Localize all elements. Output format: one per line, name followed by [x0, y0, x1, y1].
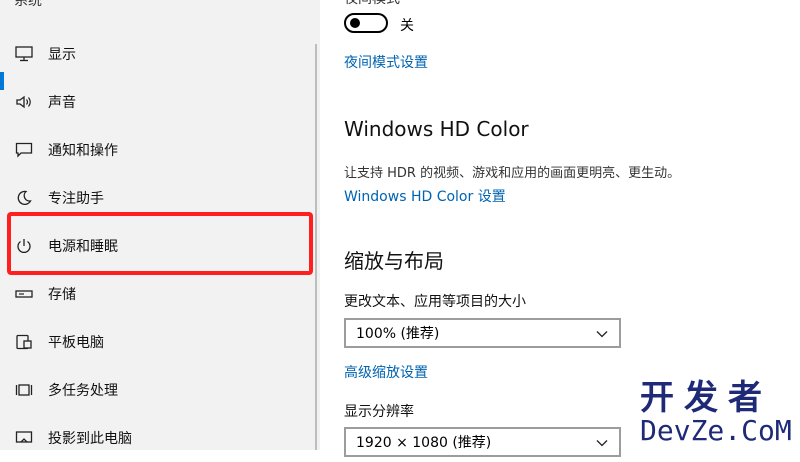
chevron-down-icon	[595, 435, 609, 454]
annotation-highlight-box	[7, 212, 313, 275]
scale-label: 更改文本、应用等项目的大小	[344, 294, 526, 310]
sidebar-item-display[interactable]: 显示	[0, 30, 318, 90]
tablet-icon	[14, 332, 34, 352]
hd-color-title: Windows HD Color	[344, 117, 529, 141]
resolution-label: 显示分辨率	[344, 404, 414, 420]
scale-dropdown-value: 100% (推荐)	[356, 326, 440, 342]
advanced-scaling-link[interactable]: 高级缩放设置	[344, 362, 428, 382]
scale-dropdown[interactable]: 100% (推荐)	[344, 318, 621, 348]
hd-color-description: 让支持 HDR 的视频、游戏和应用的画面更明亮、更生动。	[344, 166, 681, 181]
project-icon	[14, 428, 34, 448]
sidebar-item-label: 多任务处理	[48, 383, 118, 399]
sidebar-item-tablet[interactable]: 平板电脑	[0, 318, 318, 366]
settings-sidebar: 系统 显示 声音 通知和操作 专注助手 电源和睡眠 存储 平板电脑 多任务处理 …	[0, 0, 320, 450]
multitask-icon	[14, 380, 34, 400]
scale-layout-title: 缩放与布局	[344, 249, 444, 273]
sidebar-item-label: 通知和操作	[48, 143, 118, 159]
sidebar-header: 系统	[14, 0, 42, 9]
monitor-icon	[14, 44, 34, 64]
sidebar-item-label: 投影到此电脑	[48, 431, 132, 447]
storage-icon	[14, 284, 34, 304]
sidebar-item-notifications[interactable]: 通知和操作	[0, 126, 318, 174]
sidebar-scrollbar[interactable]	[315, 44, 317, 450]
sidebar-item-project-to-pc[interactable]: 投影到此电脑	[0, 414, 318, 462]
hd-color-settings-link[interactable]: Windows HD Color 设置	[344, 186, 506, 206]
watermark-line2: DevZe.CoM	[640, 414, 792, 447]
moon-icon	[14, 188, 34, 208]
chevron-down-icon	[595, 326, 609, 345]
sidebar-item-label: 平板电脑	[48, 335, 104, 351]
sidebar-item-label: 存储	[48, 287, 76, 303]
sidebar-item-storage[interactable]: 存储	[0, 270, 318, 318]
message-icon	[14, 140, 34, 160]
sidebar-item-sound[interactable]: 声音	[0, 78, 318, 126]
night-light-title: 夜间模式	[344, 0, 400, 8]
night-light-settings-link[interactable]: 夜间模式设置	[344, 52, 428, 72]
sidebar-item-label: 声音	[48, 95, 76, 111]
resolution-dropdown-value: 1920 × 1080 (推荐)	[356, 435, 492, 451]
night-light-toggle[interactable]	[344, 13, 388, 33]
toggle-knob	[350, 18, 360, 28]
sidebar-item-label: 显示	[48, 47, 76, 63]
speaker-icon	[14, 92, 34, 112]
night-light-state: 关	[400, 18, 414, 34]
sidebar-item-label: 专注助手	[48, 191, 104, 207]
watermark-line1: 开发者	[640, 378, 772, 418]
resolution-dropdown[interactable]: 1920 × 1080 (推荐)	[344, 427, 621, 457]
watermark-logo: 开发者 DevZe.CoM	[640, 380, 800, 450]
sidebar-item-multitasking[interactable]: 多任务处理	[0, 366, 318, 414]
